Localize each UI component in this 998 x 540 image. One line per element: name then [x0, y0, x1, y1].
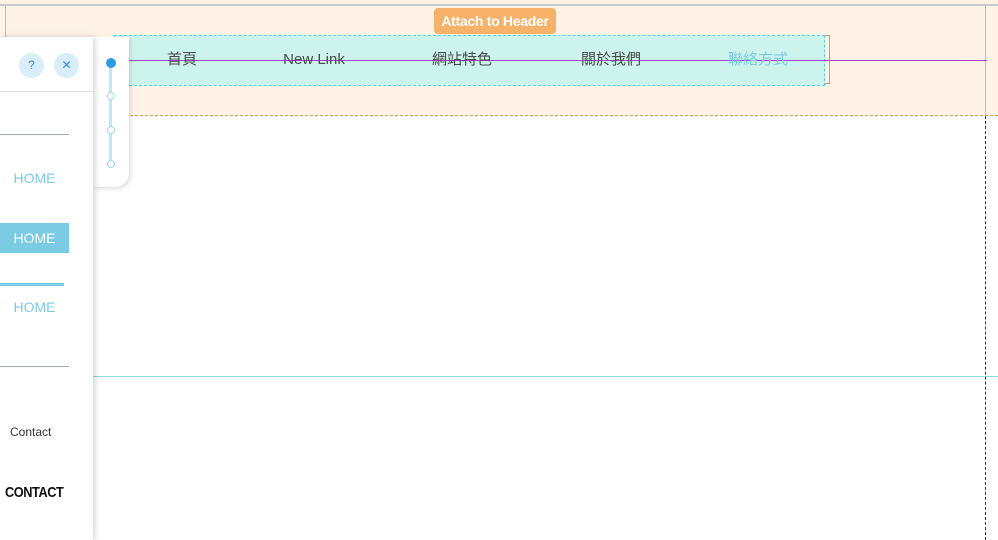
- divider-line: [0, 366, 69, 367]
- menu-style-option[interactable]: HOME: [0, 163, 69, 193]
- slider-dot-active[interactable]: [106, 58, 116, 68]
- header-top-border: [0, 4, 998, 6]
- menu-design-panel: ? ✕ HOME HOME HOME Contact CONTACT: [0, 37, 93, 540]
- attach-to-header-button[interactable]: Attach to Header: [434, 8, 556, 34]
- menu-item-home[interactable]: 首頁: [150, 50, 214, 70]
- menu-item-features[interactable]: 網站特色: [422, 50, 502, 70]
- slider-dot[interactable]: [107, 92, 115, 100]
- header-right-guide: [985, 6, 986, 116]
- menu-style-option-bold[interactable]: CONTACT: [5, 484, 64, 501]
- menu-style-option-underlined[interactable]: HOME: [0, 292, 69, 322]
- slider-dot[interactable]: [107, 160, 115, 168]
- menu-item-new-link[interactable]: New Link: [274, 50, 354, 70]
- divider-line: [0, 134, 69, 135]
- menu-style-option-filled[interactable]: HOME: [0, 223, 69, 253]
- close-icon: ✕: [61, 58, 72, 72]
- alignment-guide-line: [111, 60, 987, 61]
- close-button[interactable]: ✕: [54, 53, 79, 78]
- menu-item-contact[interactable]: 聯絡方式: [718, 50, 798, 70]
- menu-item-about[interactable]: 關於我們: [571, 50, 651, 70]
- question-icon: ?: [28, 58, 35, 72]
- slider-dot[interactable]: [107, 126, 115, 134]
- menu-style-option-plain[interactable]: Contact: [10, 425, 51, 439]
- help-button[interactable]: ?: [19, 53, 44, 78]
- panel-header: ? ✕: [0, 37, 93, 92]
- page-right-guide: [985, 116, 986, 540]
- slider-track: [109, 62, 112, 164]
- section-guide-line: [93, 376, 998, 377]
- style-underline: [0, 283, 64, 286]
